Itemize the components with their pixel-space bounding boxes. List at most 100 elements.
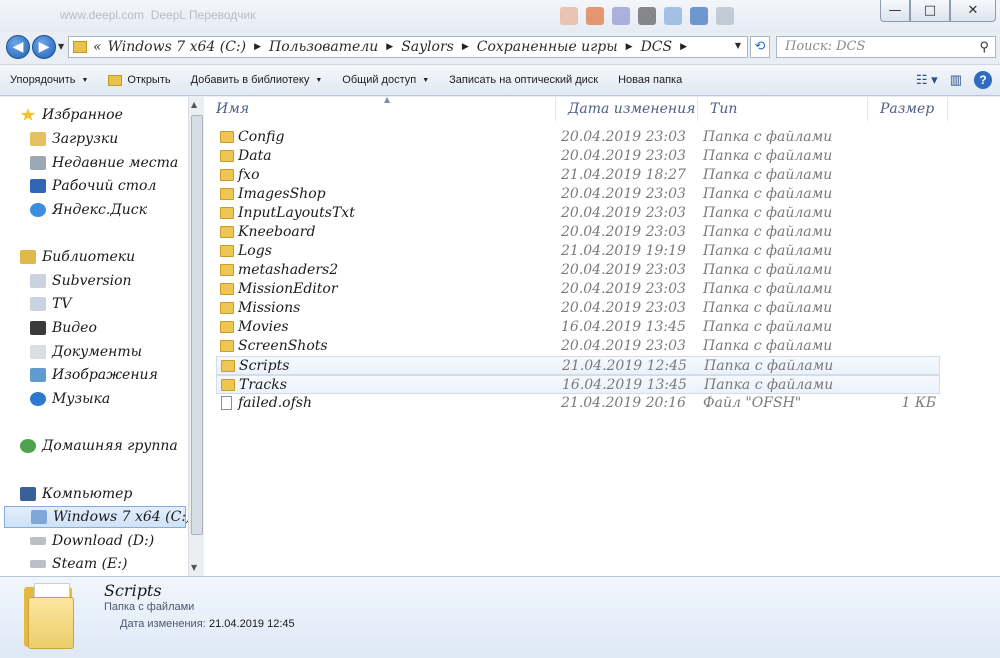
- sidebar-item-video[interactable]: Видео: [30, 317, 97, 339]
- tray-icon[interactable]: [560, 7, 578, 25]
- file-list: Имя ▲ Дата изменения Тип Размер Config 20…: [204, 95, 1000, 576]
- breadcrumb-item[interactable]: Saylors: [401, 39, 454, 55]
- sort-ascending-icon: ▲: [384, 95, 391, 104]
- tray-icon[interactable]: [664, 7, 682, 25]
- chevron-right-icon[interactable]: ▶: [386, 42, 393, 52]
- breadcrumb-item[interactable]: Windows 7 x64 (C:): [108, 39, 247, 55]
- file-name: Logs: [238, 243, 272, 259]
- file-name: Missions: [238, 300, 301, 316]
- sidebar-item-pictures[interactable]: Изображения: [30, 364, 158, 386]
- folder-icon: [220, 340, 234, 352]
- preview-pane-icon[interactable]: ▥: [950, 72, 962, 88]
- table-row[interactable]: fxo 21.04.2019 18:27 Папка с файлами: [216, 166, 940, 185]
- sidebar-item-recent[interactable]: Недавние места: [30, 152, 178, 174]
- sidebar-item-desktop[interactable]: Рабочий стол: [30, 175, 156, 197]
- scroll-up-icon[interactable]: ▲: [191, 100, 197, 109]
- minimize-button[interactable]: —: [880, 0, 910, 22]
- sidebar-item-music[interactable]: Музыка: [30, 388, 110, 410]
- forward-button[interactable]: ▶: [32, 35, 56, 59]
- chevron-right-icon[interactable]: ▶: [254, 42, 261, 52]
- add-to-library-button[interactable]: Добавить в библиотеку ▼: [181, 65, 333, 95]
- file-size: [866, 242, 936, 261]
- sidebar-item-computer[interactable]: Компьютер: [20, 483, 132, 505]
- file-name: Tracks: [239, 377, 287, 393]
- column-header-date[interactable]: Дата изменения: [556, 97, 698, 121]
- file-type: Папка с файлами: [704, 358, 834, 374]
- view-options-icon[interactable]: ☷ ▾: [916, 72, 938, 88]
- sidebar-item-documents[interactable]: Документы: [30, 341, 142, 363]
- chevron-right-icon[interactable]: ▶: [462, 42, 469, 52]
- new-folder-button[interactable]: Новая папка: [608, 65, 692, 95]
- organize-button[interactable]: Упорядочить ▼: [0, 65, 98, 95]
- open-button[interactable]: Открыть: [98, 65, 180, 95]
- close-button[interactable]: ✕: [950, 0, 996, 22]
- libraries-icon: [20, 250, 36, 264]
- sidebar-item-drive-e[interactable]: Steam (E:): [30, 553, 127, 575]
- search-icon[interactable]: ⚲: [979, 40, 989, 55]
- back-button[interactable]: ◀: [6, 35, 30, 59]
- column-header-name[interactable]: Имя ▲: [204, 95, 556, 121]
- tray-icon[interactable]: [586, 7, 604, 25]
- table-row[interactable]: Scripts 21.04.2019 12:45 Папка с файлами: [216, 356, 940, 375]
- burn-button[interactable]: Записать на оптический диск: [439, 65, 608, 95]
- scroll-down-icon[interactable]: ▼: [191, 563, 197, 572]
- sidebar-item-tv[interactable]: TV: [30, 293, 71, 315]
- file-date: 20.04.2019 23:03: [561, 224, 686, 240]
- table-row[interactable]: Movies 16.04.2019 13:45 Папка с файлами: [216, 318, 940, 337]
- sidebar-item-downloads[interactable]: Загрузки: [30, 128, 118, 150]
- tray-icon[interactable]: [690, 7, 708, 25]
- folder-icon: [108, 74, 123, 86]
- homegroup-icon: [20, 439, 36, 453]
- column-header-type[interactable]: Тип: [698, 97, 868, 121]
- sidebar-item-drive-c[interactable]: Windows 7 x64 (C:): [4, 506, 188, 528]
- tray-icon[interactable]: [612, 7, 630, 25]
- sidebar-scrollbar[interactable]: ▲ ▼: [188, 97, 204, 576]
- chevron-right-icon[interactable]: ▶: [626, 42, 633, 52]
- recent-pages-dropdown[interactable]: ▼: [58, 42, 64, 51]
- file-size: [866, 204, 936, 223]
- table-row[interactable]: Missions 20.04.2019 23:03 Папка с файлами: [216, 299, 940, 318]
- refresh-button[interactable]: ⟲: [750, 36, 770, 58]
- tray-icon[interactable]: [716, 7, 734, 25]
- table-row[interactable]: Data 20.04.2019 23:03 Папка с файлами: [216, 147, 940, 166]
- sidebar-item-libraries[interactable]: Библиотеки: [20, 246, 135, 268]
- column-header-size[interactable]: Размер: [868, 97, 948, 121]
- table-row[interactable]: ImagesShop 20.04.2019 23:03 Папка с файлам…: [216, 185, 940, 204]
- table-row[interactable]: MissionEditor 20.04.2019 23:03 Папка с фай…: [216, 280, 940, 299]
- scrollbar-thumb[interactable]: [191, 115, 203, 535]
- breadcrumb-overflow[interactable]: «: [93, 39, 102, 55]
- chevron-down-icon[interactable]: ▼: [735, 41, 741, 50]
- sidebar-item-yandex-disk[interactable]: Яндекс.Диск: [30, 199, 147, 221]
- table-row[interactable]: Tracks 16.04.2019 13:45 Папка с файлами: [216, 375, 940, 394]
- sidebar-item-drive-d[interactable]: Download (D:): [30, 530, 154, 552]
- file-type: Папка с файлами: [704, 377, 834, 393]
- sidebar-item-homegroup[interactable]: Домашняя группа: [20, 435, 178, 457]
- file-type: Папка с файлами: [703, 338, 833, 354]
- address-bar[interactable]: « Windows 7 x64 (C:) ▶ Пользователи ▶ Sayl…: [68, 36, 748, 58]
- search-input[interactable]: Поиск: DCS ⚲: [776, 36, 996, 58]
- table-row[interactable]: ScreenShots 20.04.2019 23:03 Папка с файла…: [216, 337, 940, 356]
- music-icon: [30, 392, 46, 406]
- breadcrumb-item[interactable]: Сохраненные игры: [477, 39, 618, 55]
- file-date: 20.04.2019 23:03: [561, 205, 686, 221]
- tray-icon[interactable]: [638, 7, 656, 25]
- breadcrumb-item[interactable]: Пользователи: [269, 39, 378, 55]
- table-row[interactable]: Logs 21.04.2019 19:19 Папка с файлами: [216, 242, 940, 261]
- share-button[interactable]: Общий доступ ▼: [332, 65, 439, 95]
- table-row[interactable]: failed.ofsh 21.04.2019 20:16 Файл "OFSH" 1 …: [216, 394, 940, 413]
- table-row[interactable]: metashaders2 20.04.2019 23:03 Папка с файл…: [216, 261, 940, 280]
- file-name: MissionEditor: [238, 281, 338, 297]
- help-icon[interactable]: ?: [974, 71, 992, 89]
- table-row[interactable]: Kneeboard 20.04.2019 23:03 Папка с файлами: [216, 223, 940, 242]
- details-date: 21.04.2019 12:45: [209, 618, 295, 630]
- file-type: Папка с файлами: [703, 319, 833, 335]
- chevron-right-icon[interactable]: ▶: [680, 42, 687, 52]
- table-row[interactable]: InputLayoutsTxt 20.04.2019 23:03 Папка с ф…: [216, 204, 940, 223]
- maximize-button[interactable]: □: [910, 0, 950, 22]
- table-row[interactable]: Config 20.04.2019 23:03 Папка с файлами: [216, 128, 940, 147]
- breadcrumb-item[interactable]: DCS: [641, 39, 673, 55]
- sidebar-item-favorites[interactable]: Избранное: [20, 104, 123, 126]
- navigation-bar: ◀ ▶ ▼ « Windows 7 x64 (C:) ▶ Пользователи…: [0, 32, 1000, 62]
- file-date: 21.04.2019 19:19: [561, 243, 686, 259]
- sidebar-item-subversion[interactable]: Subversion: [30, 270, 132, 292]
